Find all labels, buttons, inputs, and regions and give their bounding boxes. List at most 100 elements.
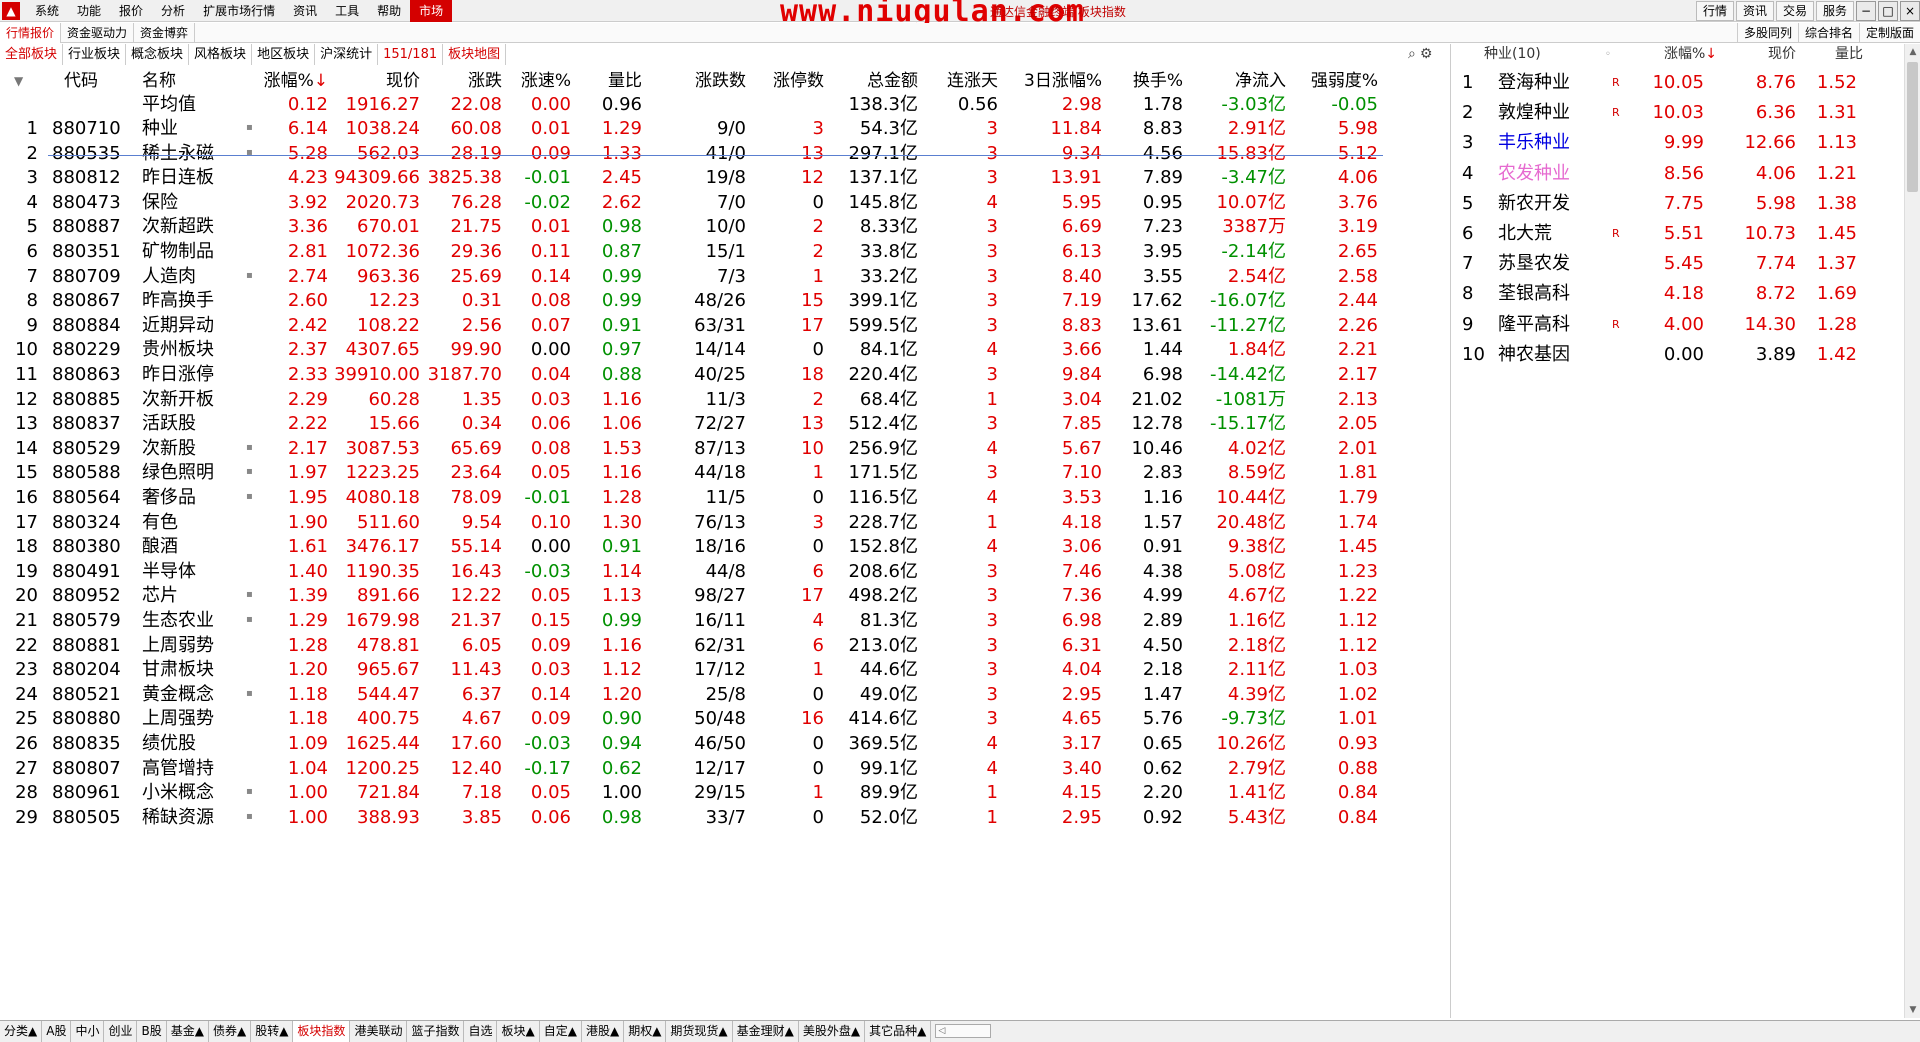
menu-item[interactable]: 帮助 (368, 0, 410, 22)
tab-bottom[interactable]: 创业 (104, 1021, 138, 1042)
menu-item[interactable]: 资讯 (284, 0, 326, 22)
menu-item[interactable]: 系统 (26, 0, 68, 22)
col-header-vr[interactable]: 量比 (1797, 44, 1863, 65)
tab-top-right[interactable]: 综合排名 (1797, 23, 1859, 43)
stock-row[interactable]: 5 新农开发 7.75 5.98 1.38 (1452, 189, 1902, 219)
stock-row[interactable]: 8 荃银高科 4.18 8.72 1.69 (1452, 279, 1902, 309)
stock-no: 2 (1462, 102, 1474, 124)
tab-sector-map[interactable]: 板块地图 (443, 44, 507, 65)
tab-bottom[interactable]: A股 (42, 1021, 72, 1042)
tab-bottom[interactable]: 基金▲ (167, 1021, 209, 1042)
stock-no: 10 (1462, 343, 1485, 365)
menu-market[interactable]: 市场 (410, 0, 453, 22)
table-row[interactable]: 29 880505 稀缺资源 1.00 388.93 3.85 0.06 0.98 33/7 0 5… (0, 803, 1450, 833)
tab-bottom[interactable]: 自定▲ (540, 1021, 582, 1042)
tab-sector[interactable]: 地区板块 (252, 44, 316, 65)
stock-price: 12.66 (1744, 132, 1796, 154)
stock-chg: 4.00 (1663, 313, 1704, 335)
menu-right: 行情 资讯 交易 服务 − □ × (1694, 0, 1920, 22)
sector-count: 151/181 (378, 44, 444, 65)
tab-bottom[interactable]: 板块指数 (293, 1021, 351, 1042)
stock-name: 荃银高科 (1498, 283, 1570, 305)
gear-icon[interactable]: ⚙ (1420, 46, 1433, 62)
tab-sector[interactable]: 行业板块 (63, 44, 127, 65)
menu-item[interactable]: 扩展市场行情 (194, 0, 284, 22)
stock-chg: 5.51 (1663, 223, 1704, 244)
stock-chg: 4.18 (1663, 283, 1704, 305)
tab-bottom[interactable]: 中小 (71, 1021, 105, 1042)
app-logo-icon[interactable]: ▲ (2, 1, 20, 20)
cell-price: 388.93 (357, 806, 420, 828)
tab-bottom[interactable]: 篮子指数 (407, 1021, 465, 1042)
col-header-price[interactable]: 现价 (1720, 44, 1796, 65)
tab-bottom[interactable]: 股转▲ (251, 1021, 294, 1042)
stock-name: 苏垦农发 (1498, 253, 1570, 275)
tab-bottom[interactable]: B股 (137, 1021, 167, 1042)
search-icon[interactable]: ⌕ (1408, 46, 1416, 62)
tab-bottom[interactable]: 债券▲ (209, 1021, 252, 1042)
tab-top[interactable]: 资金博弈 (134, 23, 196, 43)
header-button[interactable]: 资讯 (1735, 1, 1774, 21)
note-marker-icon: ▪ (246, 122, 253, 133)
menu-item[interactable]: 功能 (68, 0, 110, 22)
col-header-chg[interactable]: 涨幅%↓ (1647, 44, 1717, 65)
tab-bottom[interactable]: 港美联动 (350, 1021, 408, 1042)
tab-bottom[interactable]: 港股▲ (582, 1021, 625, 1042)
stock-chg: 0.00 (1663, 343, 1704, 365)
vertical-scrollbar[interactable]: ▲ ▼ (1904, 44, 1920, 1018)
tab-top[interactable]: 行情报价 (0, 23, 62, 43)
cell-vr: 0.98 (601, 806, 642, 828)
horizontal-scrollbar[interactable]: ◁ (935, 1024, 992, 1038)
menu-item[interactable]: 报价 (110, 0, 152, 22)
minimize-icon[interactable]: − (1856, 1, 1876, 21)
scroll-up-icon[interactable]: ▲ (1905, 44, 1920, 60)
tab-bottom[interactable]: 自选 (464, 1021, 498, 1042)
stock-row[interactable]: 3 丰乐种业 9.99 12.66 1.13 (1452, 128, 1902, 158)
tab-sector[interactable]: 全部板块 (0, 44, 64, 65)
r-badge: R (1612, 227, 1620, 240)
tab-top-right[interactable]: 多股同列 (1736, 23, 1798, 43)
stock-row[interactable]: 9 隆平高科 R 4.00 14.30 1.28 (1452, 310, 1902, 340)
stock-row[interactable]: 1 登海种业 R 10.05 8.76 1.52 (1452, 68, 1902, 98)
stock-chg: 7.75 (1663, 192, 1704, 214)
header-button[interactable]: 交易 (1775, 1, 1814, 21)
tab-sector[interactable]: 沪深统计 (315, 44, 379, 65)
tab-top[interactable]: 资金驱动力 (61, 23, 135, 43)
tab-sector[interactable]: 风格板块 (189, 44, 253, 65)
tab-bottom[interactable]: 其它品种▲ (865, 1021, 932, 1042)
tab-bottom[interactable]: 基金理财▲ (733, 1021, 799, 1042)
stock-vr: 1.45 (1816, 223, 1857, 244)
stock-row[interactable]: 6 北大荒 R 5.51 10.73 1.45 (1452, 219, 1902, 249)
stock-chg: 9.99 (1663, 132, 1704, 154)
tab-top-right[interactable]: 定制版面 (1858, 23, 1920, 43)
stock-row[interactable]: 4 农发种业 8.56 4.06 1.21 (1452, 159, 1902, 189)
tab-bottom[interactable]: 板块▲ (497, 1021, 540, 1042)
stock-vr: 1.21 (1816, 162, 1857, 184)
r-badge: R (1612, 76, 1620, 89)
menu-item[interactable]: 分析 (152, 0, 194, 22)
cell-ud: 33/7 (705, 806, 746, 828)
count-current: 151 (383, 47, 408, 62)
header-button[interactable]: 行情 (1695, 1, 1734, 21)
maximize-icon[interactable]: □ (1878, 1, 1898, 21)
tab-bottom[interactable]: 期权▲ (624, 1021, 667, 1042)
menu-item[interactable]: 工具 (326, 0, 368, 22)
stock-no: 8 (1462, 283, 1474, 305)
panel-divider[interactable] (1450, 44, 1451, 1018)
tab-bottom[interactable]: 美股外盘▲ (799, 1021, 866, 1042)
scroll-down-icon[interactable]: ▼ (1905, 1002, 1920, 1018)
stock-row[interactable]: 2 敦煌种业 R 10.03 6.36 1.31 (1452, 98, 1902, 128)
header-button[interactable]: 服务 (1815, 1, 1854, 21)
tab-bottom[interactable]: 分类▲ (0, 1021, 43, 1042)
tab-sector[interactable]: 概念板块 (126, 44, 190, 65)
stock-row[interactable]: 10 神农基因 0.00 3.89 1.42 (1452, 340, 1902, 370)
tab-bottom[interactable]: 期货现货▲ (666, 1021, 733, 1042)
close-icon[interactable]: × (1900, 1, 1920, 21)
scroll-left-icon[interactable]: ◁ (938, 1026, 945, 1036)
stock-vr: 1.38 (1816, 192, 1857, 214)
cell-to: 0.92 (1142, 806, 1183, 828)
stock-name: 农发种业 (1498, 162, 1570, 184)
stock-price: 3.89 (1755, 343, 1796, 365)
scroll-thumb[interactable] (1907, 62, 1918, 192)
stock-row[interactable]: 7 苏垦农发 5.45 7.74 1.37 (1452, 249, 1902, 279)
